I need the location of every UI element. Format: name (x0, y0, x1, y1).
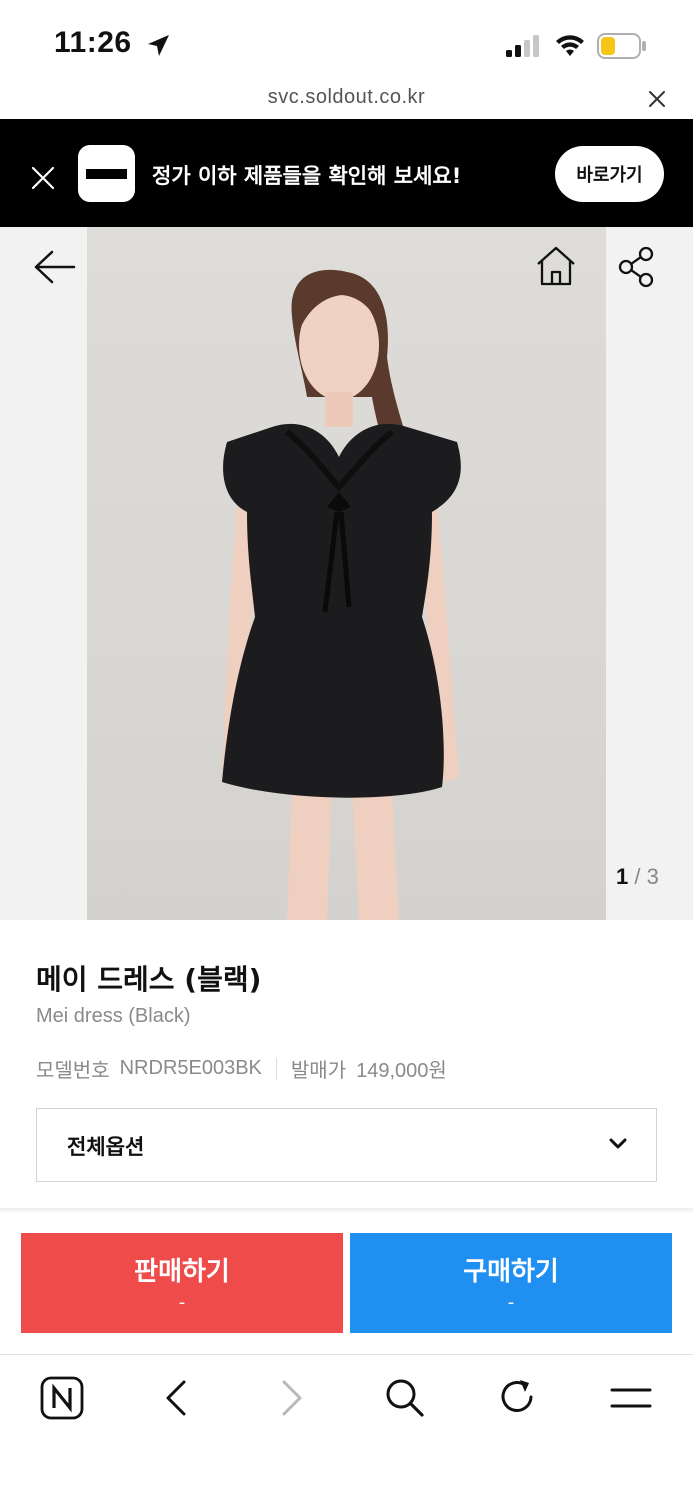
back-arrow-icon[interactable] (32, 248, 76, 286)
product-title: 메이 드레스 (블랙) (36, 963, 262, 996)
sell-button-price: - (178, 1292, 186, 1313)
options-dropdown[interactable]: 전체옵션 (36, 1108, 657, 1182)
refresh-icon[interactable] (496, 1376, 538, 1418)
home-icon[interactable] (534, 244, 578, 288)
promo-text: 정가 이하 제품들을 확인해 보세요! (152, 164, 462, 188)
pager-total: 3 (646, 864, 659, 889)
pager-current: 1 (616, 864, 629, 889)
wifi-icon (556, 35, 584, 56)
release-price-value: 149,000원 (356, 1060, 447, 1082)
status-time: 11:26 (54, 26, 132, 59)
buy-button-label: 구매하기 (463, 1257, 559, 1287)
url-display[interactable]: svc.soldout.co.kr (0, 86, 693, 109)
options-label: 전체옵션 (67, 1135, 145, 1159)
close-icon[interactable] (646, 88, 668, 110)
section-divider (0, 1208, 693, 1214)
share-icon[interactable] (616, 246, 658, 288)
meta-divider (275, 1057, 277, 1080)
search-icon[interactable] (383, 1376, 425, 1418)
sell-button[interactable]: 판매하기 - (21, 1233, 343, 1333)
promo-close-icon[interactable] (30, 165, 56, 191)
model-label: 모델번호 (36, 1060, 110, 1082)
forward-arrow-icon[interactable] (276, 1378, 308, 1418)
buy-button-price: - (507, 1292, 515, 1313)
sell-button-label: 판매하기 (134, 1257, 230, 1287)
product-meta: 모델번호 NRDR5E003BK 발매가 149,000원 (36, 1054, 447, 1083)
battery-low-icon (597, 33, 646, 59)
app-logo-icon (78, 145, 135, 202)
naver-n-icon[interactable] (40, 1376, 84, 1420)
location-arrow-icon (148, 35, 169, 56)
menu-icon[interactable] (610, 1380, 652, 1416)
back-arrow-icon[interactable] (160, 1378, 192, 1418)
cellular-signal-icon (506, 35, 539, 57)
promo-go-button[interactable]: 바로가기 (555, 146, 664, 202)
model-value: NRDR5E003BK (119, 1057, 262, 1079)
product-photo (87, 227, 606, 920)
toolbar-divider (0, 1354, 693, 1355)
chevron-down-icon (609, 1138, 627, 1149)
product-subtitle: Mei dress (Black) (36, 1005, 191, 1027)
image-pager: 1 / 3 (616, 864, 659, 890)
pager-separator: / (634, 864, 641, 889)
release-price-label: 발매가 (290, 1060, 347, 1082)
buy-button[interactable]: 구매하기 - (350, 1233, 672, 1333)
